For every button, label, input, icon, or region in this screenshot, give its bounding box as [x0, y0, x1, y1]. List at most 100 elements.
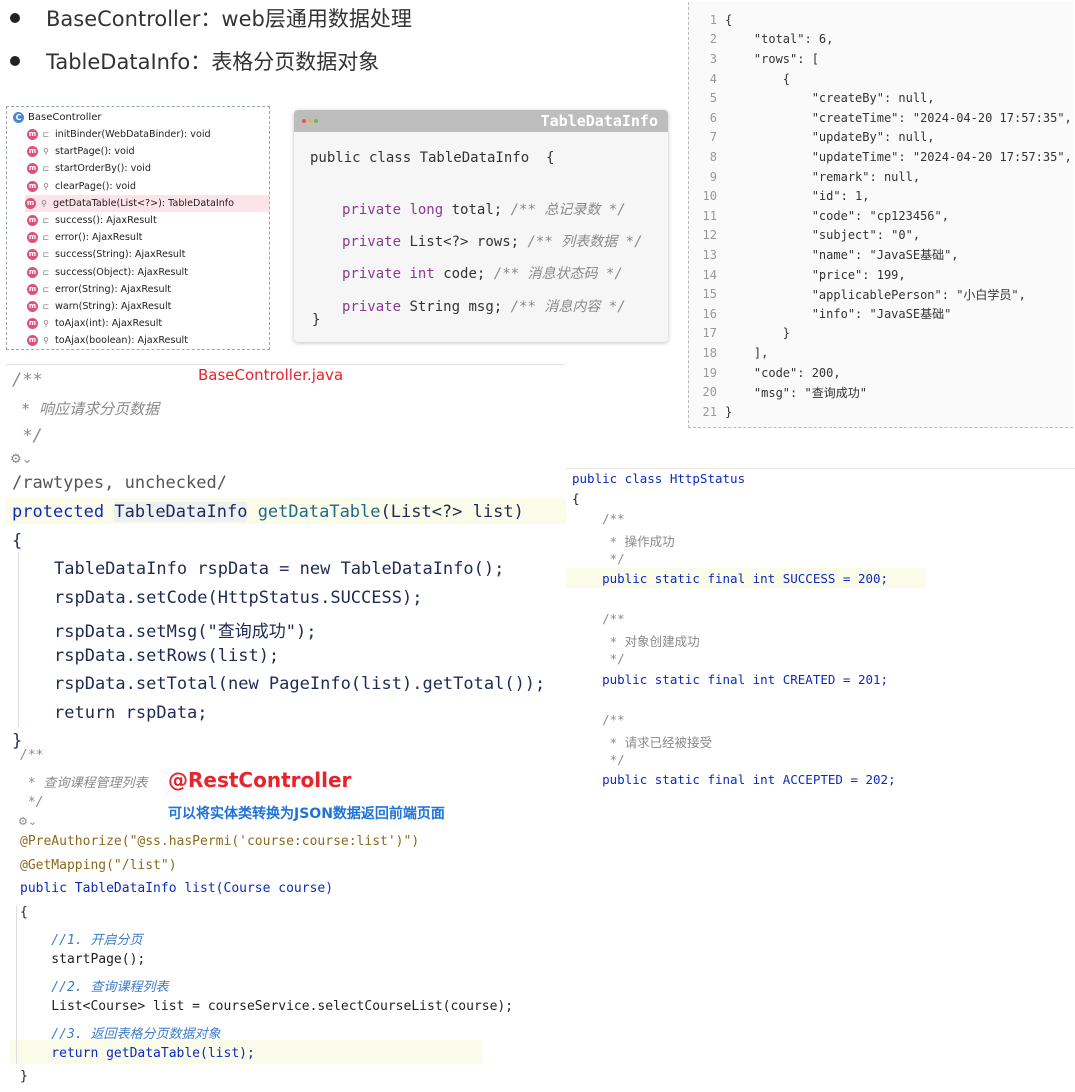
- method-label: toAjax(int): AjaxResult: [55, 318, 163, 330]
- json-line: 21}: [689, 402, 733, 422]
- doc-comment-line: /**: [12, 370, 43, 390]
- httpstatus-line: */: [572, 752, 625, 767]
- json-line-text: "code": "cp123456",: [725, 208, 949, 223]
- bullet-text: BaseController：web层通用数据处理: [46, 7, 412, 31]
- course-code-line: @PreAuthorize("@ss.hasPermi('course:cour…: [20, 834, 420, 849]
- course-code-line: * 查询课程管理列表: [20, 776, 148, 791]
- method-item[interactable]: m ⚲ getDataTable(List<?>): TableDataInfo: [25, 194, 269, 212]
- method-item[interactable]: m ⊏ startOrderBy(): void: [27, 160, 267, 177]
- field-name: total;: [451, 202, 503, 218]
- method-item[interactable]: m ⊏ success(Object): AjaxResult: [27, 264, 267, 281]
- line-number: 13: [702, 247, 717, 262]
- json-line-text: }: [725, 404, 733, 419]
- course-code-line: public TableDataInfo list(Course course): [20, 881, 334, 896]
- method-item[interactable]: m ⊏ warn(String): AjaxResult: [27, 298, 267, 315]
- line-number: 6: [709, 110, 717, 125]
- protected-visibility-icon: ⚲: [43, 181, 49, 191]
- course-code-line: //2. 查询课程列表: [20, 980, 169, 995]
- course-code-line: }: [20, 1069, 28, 1084]
- public-visibility-icon: ⊏: [42, 130, 50, 139]
- httpstatus-line: /**: [572, 712, 625, 727]
- line-number: 4: [709, 71, 717, 86]
- field-line: private int code; /** 消息状态码 */: [342, 263, 623, 283]
- httpstatus-line: /**: [572, 511, 625, 526]
- json-line-text: ],: [725, 345, 769, 360]
- class-closing-brace: }: [312, 312, 321, 328]
- json-line-text: "info": "JavaSE基础": [725, 307, 952, 322]
- json-line: 7 "updateBy": null,: [689, 128, 935, 148]
- bullet-tabledatainfo: TableDataInfo：表格分页数据对象: [10, 46, 379, 76]
- tree-root-label: BaseController: [28, 112, 102, 123]
- method-icon: m: [27, 301, 38, 312]
- line-number: 15: [702, 287, 717, 302]
- json-line: 13 "name": "JavaSE基础",: [689, 245, 959, 265]
- field-modifier: private: [342, 234, 402, 250]
- line-number: 10: [702, 189, 717, 204]
- httpstatus-line: * 对象创建成功: [572, 634, 700, 649]
- method-item[interactable]: m ⚲ toAjax(int): AjaxResult: [27, 315, 267, 332]
- method-label: success(): AjaxResult: [55, 215, 157, 226]
- line-number: 1: [709, 12, 717, 27]
- line-number: 17: [702, 326, 717, 341]
- field-comment: /** 消息状态码 */: [493, 266, 623, 282]
- line-number: 2: [709, 32, 717, 47]
- field-name: code;: [443, 266, 486, 282]
- method-item[interactable]: m ⊏ success(String): AjaxResult: [27, 246, 267, 263]
- json-line: 17 }: [689, 324, 790, 344]
- json-response-panel: 1{2 "total": 6, 3 "rows": [4 {5 "createBy…: [688, 2, 1073, 428]
- author-hint-icon[interactable]: ⚙⌄: [18, 815, 37, 828]
- json-line-text: "total": 6,: [725, 32, 834, 47]
- field-comment: /** 总记录数 */: [510, 202, 626, 218]
- method-item[interactable]: m ⊏ success(): AjaxResult: [27, 212, 267, 229]
- field-line: private List<?> rows; /** 列表数据 */: [342, 231, 643, 251]
- method-item[interactable]: m ⚲ toAjax(boolean): AjaxResult: [27, 332, 267, 349]
- file-label: BaseController.java: [198, 366, 344, 384]
- json-line: 10 "id": 1,: [689, 186, 870, 206]
- tree-root[interactable]: C BaseController: [13, 112, 102, 123]
- line-number: 11: [702, 208, 717, 223]
- field-name: rows;: [476, 234, 520, 250]
- divider: [566, 468, 1075, 469]
- json-line: 11 "code": "cp123456",: [689, 206, 949, 226]
- protected-visibility-icon: ⚲: [43, 319, 49, 329]
- field-type: String: [409, 299, 461, 315]
- method-item[interactable]: m ⚲ startPage(): void: [27, 143, 267, 160]
- close-dot-icon[interactable]: [302, 119, 306, 123]
- json-line-text: "id": 1,: [725, 189, 870, 204]
- json-line-text: "price": 199,: [725, 267, 906, 282]
- bullet-text: TableDataInfo：表格分页数据对象: [46, 50, 380, 74]
- json-line: 1{: [689, 10, 732, 30]
- method-item[interactable]: m ⊏ initBinder(WebDataBinder): void: [27, 126, 267, 143]
- code-line: rspData.setMsg("查询成功");: [54, 622, 317, 642]
- indent-guide: [16, 906, 17, 1064]
- method-label: success(Object): AjaxResult: [55, 266, 188, 278]
- json-line-text: "msg": "查询成功": [725, 385, 867, 400]
- public-visibility-icon: ⊏: [42, 302, 50, 311]
- json-line-text: }: [725, 326, 791, 341]
- tabledatainfo-window: TableDataInfo public class TableDataInfo…: [294, 110, 668, 342]
- httpstatus-line: public static final int SUCCESS = 200;: [572, 571, 889, 586]
- method-item[interactable]: m ⊏ error(): AjaxResult: [27, 229, 267, 246]
- line-number: 18: [702, 345, 717, 360]
- method-item[interactable]: m ⊏ error(String): AjaxResult: [27, 281, 267, 298]
- json-line: 16 "info": "JavaSE基础": [689, 304, 952, 324]
- json-line: 2 "total": 6,: [689, 30, 834, 50]
- method-icon: m: [27, 266, 38, 278]
- json-line-text: "subject": "0",: [725, 228, 921, 243]
- field-modifier: private: [342, 299, 402, 315]
- doc-comment-line: */: [12, 426, 43, 446]
- class-declaration: public class TableDataInfo {: [310, 150, 555, 166]
- course-code-line: */: [20, 795, 44, 810]
- rest-controller-title: @RestController: [168, 768, 352, 792]
- doc-comment-line: * 响应请求分页数据: [12, 400, 160, 418]
- line-number: 21: [702, 404, 717, 419]
- json-line: 12 "subject": "0",: [689, 226, 921, 246]
- maximize-dot-icon[interactable]: [314, 119, 318, 123]
- method-icon: m: [27, 146, 38, 158]
- method-item[interactable]: m ⚲ clearPage(): void: [27, 178, 267, 195]
- field-modifier: private: [342, 266, 402, 282]
- window-titlebar: TableDataInfo: [294, 110, 668, 132]
- author-hint-icon[interactable]: ⚙⌄: [10, 452, 33, 467]
- json-line: 4 {: [689, 69, 790, 89]
- minimize-dot-icon[interactable]: [308, 119, 312, 123]
